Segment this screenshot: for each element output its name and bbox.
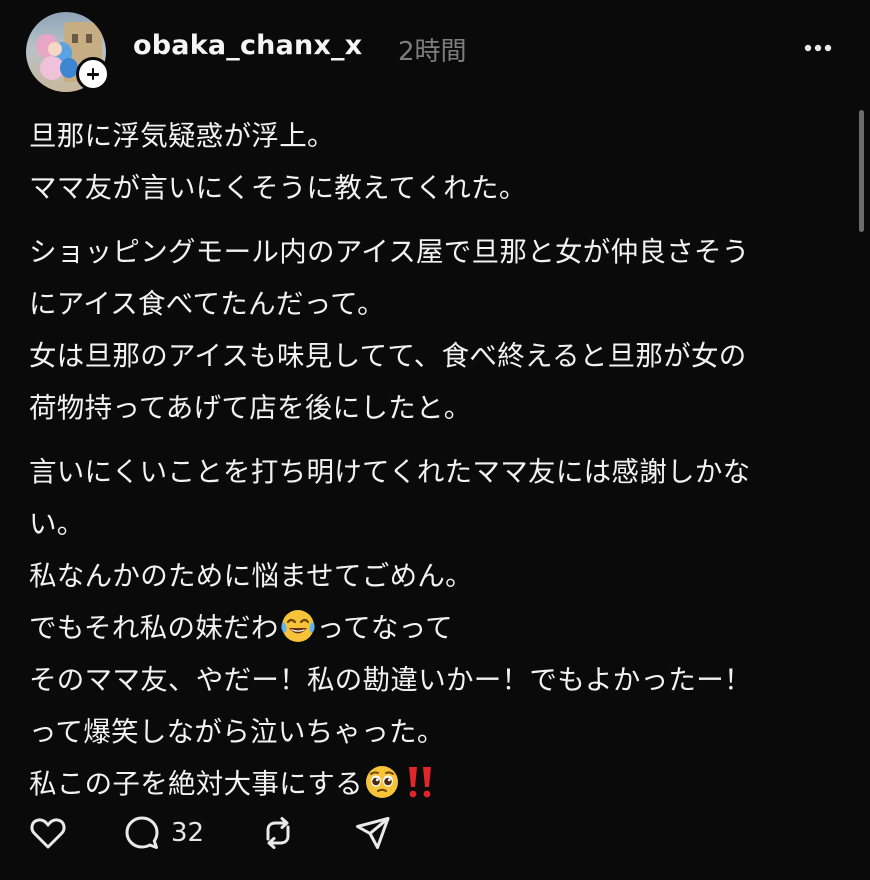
follow-plus-icon[interactable] bbox=[76, 57, 110, 91]
repost-icon bbox=[266, 817, 290, 849]
text-segment: 私この子を絶対大事にする bbox=[29, 768, 363, 800]
text-line: 荷物持ってあげて店を後にしたと。 bbox=[29, 392, 472, 424]
reply-button[interactable]: 32 bbox=[121, 808, 204, 858]
face-with-tears-of-joy-icon bbox=[281, 610, 315, 642]
reply-count: 32 bbox=[171, 818, 205, 848]
text-segment: でもそれ私の妹だわ bbox=[29, 612, 279, 644]
text-line: 言いにくいことを打ち明けてくれたママ友には感謝しかな bbox=[29, 456, 751, 488]
heart-icon bbox=[30, 818, 66, 849]
text-line: って爆笑しながら泣いちゃった。 bbox=[29, 716, 445, 748]
text-line: 私なんかのために悩ませてごめん。 bbox=[29, 560, 473, 592]
text-line: 女は旦那のアイスも味見してて、食べ終えると旦那が女の bbox=[29, 340, 747, 372]
text-line: 旦那に浮気疑惑が浮上。 bbox=[29, 120, 335, 152]
double-exclamation-icon bbox=[408, 767, 431, 798]
post-body: 旦那に浮気疑惑が浮上。 ママ友が言いにくそうに教えてくれた。 ショッピングモール… bbox=[29, 110, 854, 810]
post-header: obaka_chanx_x 2時間 bbox=[0, 0, 870, 110]
post-timestamp: 2時間 bbox=[398, 37, 467, 67]
paragraph-2: ショッピングモール内のアイス屋で旦那と女が仲良さそう にアイス食べてたんだって。… bbox=[29, 226, 854, 434]
share-button[interactable] bbox=[352, 808, 394, 858]
scrollbar[interactable] bbox=[859, 110, 864, 232]
username[interactable]: obaka_chanx_x bbox=[133, 30, 362, 61]
comment-icon bbox=[125, 816, 159, 849]
text-line: ママ友が言いにくそうに教えてくれた。 bbox=[29, 172, 527, 204]
text-line-with-emoji: でもそれ私の妹だわ ってなって bbox=[29, 602, 854, 654]
text-line: ショッピングモール内のアイス屋で旦那と女が仲良さそう bbox=[29, 236, 750, 268]
share-icon bbox=[356, 817, 390, 849]
text-line: そのママ友、やだー！私の勘違いかー！でもよかったー！ bbox=[29, 664, 752, 696]
more-options-icon[interactable] bbox=[800, 36, 836, 60]
paragraph-3: 言いにくいことを打ち明けてくれたママ友には感謝しかな い。 私なんかのために悩ま… bbox=[29, 446, 854, 810]
post-actions: 32 bbox=[0, 808, 870, 858]
repost-button[interactable] bbox=[257, 808, 299, 858]
text-segment: ってなって bbox=[316, 612, 453, 644]
like-button[interactable] bbox=[28, 808, 68, 858]
paragraph-1: 旦那に浮気疑惑が浮上。 ママ友が言いにくそうに教えてくれた。 bbox=[29, 110, 854, 214]
text-line: い。 bbox=[29, 508, 85, 540]
pleading-face-icon bbox=[365, 766, 398, 798]
text-line: にアイス食べてたんだって。 bbox=[29, 288, 385, 320]
text-line-with-emoji: 私この子を絶対大事にする bbox=[29, 758, 854, 810]
